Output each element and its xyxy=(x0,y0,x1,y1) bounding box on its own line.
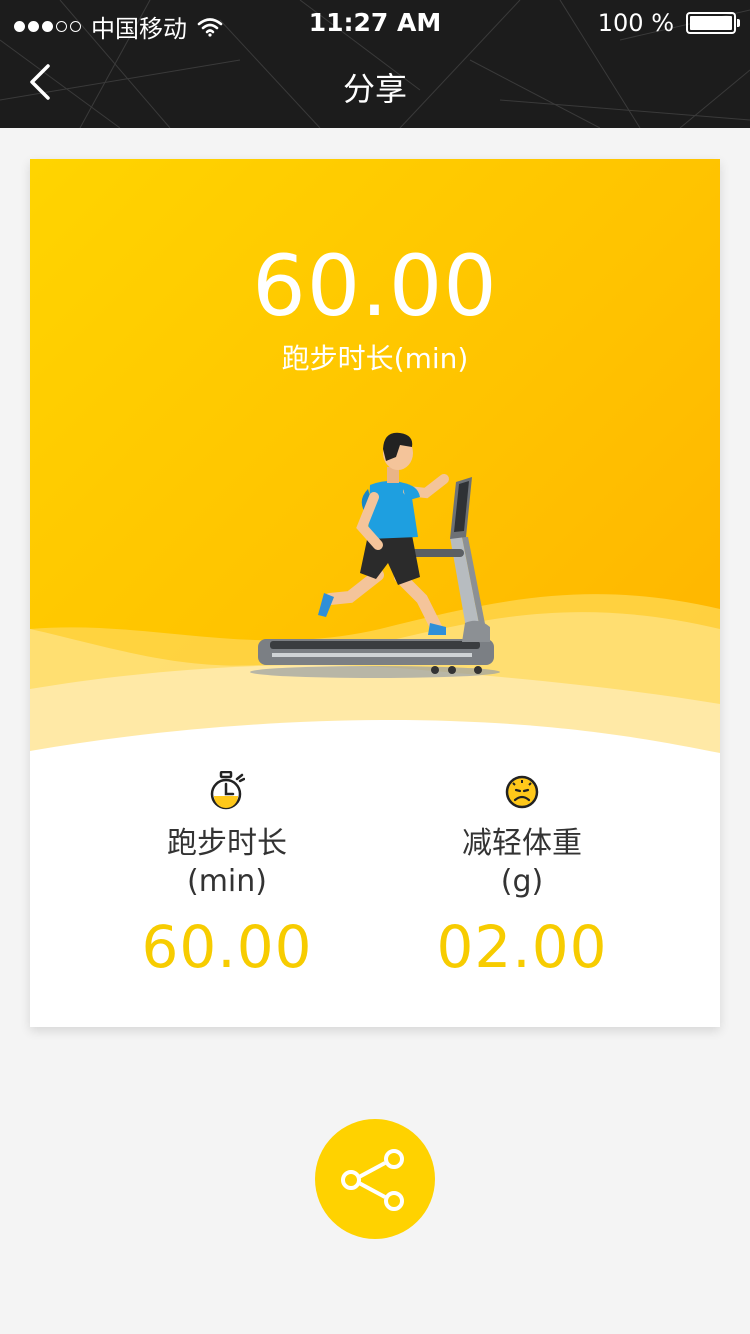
sad-scale-icon xyxy=(505,775,539,809)
stat-unit: (g) xyxy=(500,864,544,899)
stat-label: 减轻体重 xyxy=(462,826,582,861)
stat-unit: (min) xyxy=(187,864,267,899)
share-icon xyxy=(341,1149,404,1211)
battery-percent: 100 % xyxy=(597,9,674,37)
stat-value: 02.00 xyxy=(436,913,608,981)
stat-weight-loss: 减轻体重 (g) 02.00 xyxy=(372,771,672,981)
navigation-bar: 分享 xyxy=(0,48,750,128)
page-title: 分享 xyxy=(342,70,407,108)
stat-value: 60.00 xyxy=(141,913,313,981)
stat-label: 跑步时长 xyxy=(167,826,287,861)
stopwatch-icon xyxy=(210,771,245,810)
share-button[interactable] xyxy=(315,1119,435,1239)
treadmill-runner-illustration xyxy=(250,432,500,678)
hero-value: 60.00 xyxy=(252,237,498,335)
top-bar: 中国移动 11:27 AM 100 % 分享 xyxy=(0,0,750,128)
battery-icon xyxy=(686,12,740,34)
stat-running-duration: 跑步时长 (min) 60.00 xyxy=(77,771,377,981)
share-card: 60.00 跑步时长(min) 跑步时长 (min) 60.00 减轻体重 (g… xyxy=(30,159,720,1027)
hero-section: 60.00 跑步时长(min) xyxy=(30,159,720,759)
status-bar: 中国移动 11:27 AM 100 % xyxy=(0,0,750,48)
stats-section: 跑步时长 (min) 60.00 减轻体重 (g) 02.00 xyxy=(30,771,720,1011)
hero-label: 跑步时长(min) xyxy=(281,342,469,375)
